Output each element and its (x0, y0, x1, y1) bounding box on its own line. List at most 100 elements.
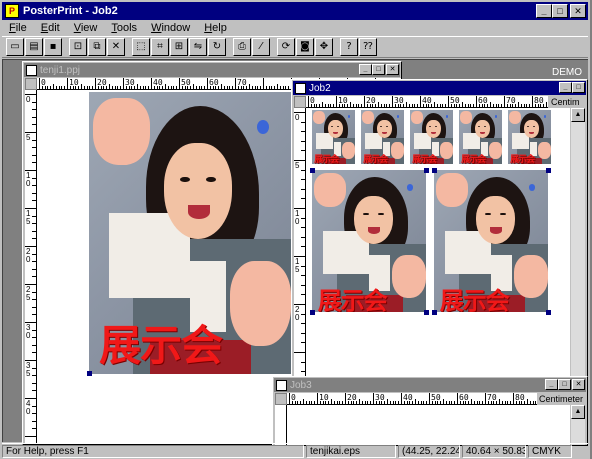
scroll-up-button[interactable]: ▲ (571, 108, 585, 122)
ruler-label: 0 (291, 393, 296, 402)
menu-window[interactable]: Window (144, 22, 197, 34)
selection-handle[interactable] (424, 168, 429, 173)
selection-handle[interactable] (546, 168, 551, 173)
ruler-tick (277, 84, 278, 89)
job3-vertical-scrollbar[interactable]: ▲ (571, 405, 585, 445)
ruler-tick (55, 86, 57, 89)
mdi-workspace: DEMO tenji1.ppj _ □ ✕ 0 10 20 30 40 50 60 70 05… (2, 59, 588, 446)
ruler-tick (25, 436, 36, 437)
selection-handle[interactable] (546, 310, 551, 315)
open-icon[interactable]: ▤ (25, 38, 43, 56)
ruler-tick (32, 352, 36, 354)
menu-view[interactable]: View (67, 22, 105, 34)
maximize-button[interactable]: □ (552, 4, 568, 18)
selection-handle[interactable] (310, 168, 315, 173)
ruler-tick (429, 393, 430, 404)
poster-image[interactable]: 展示会 (89, 92, 291, 374)
small-poster-tile[interactable]: 展示会 (361, 110, 404, 164)
ruler-tick (454, 401, 456, 404)
app-icon[interactable]: P (5, 4, 19, 18)
ruler-tick (507, 401, 509, 404)
selection-handle[interactable] (87, 371, 92, 376)
horizontal-ruler[interactable]: 0 10 20 30 40 50 60 70 80 (287, 393, 537, 405)
ruler-tick (32, 314, 36, 316)
save-icon[interactable]: ▪ (44, 38, 62, 56)
tenji-minimize-button[interactable]: _ (359, 64, 372, 75)
flip-icon[interactable]: ⇋ (189, 38, 207, 56)
delete-icon[interactable]: ✕ (107, 38, 125, 56)
selection-handle[interactable] (424, 310, 429, 315)
ruler-tick (165, 84, 166, 89)
job2-canvas[interactable]: 展示会 展示会 展示会 展示会 展示会 展示会 展示会 (306, 108, 570, 378)
ruler-tick (378, 102, 379, 107)
job2-window[interactable]: Job2 _ □ 0 10 20 30 40 50 60 70 80 Centim 0 5 10 15… (291, 79, 588, 381)
minimize-button[interactable]: _ (536, 4, 552, 18)
job3-close-button[interactable]: ✕ (572, 379, 585, 390)
new-icon[interactable]: ▭ (6, 38, 24, 56)
wand-icon[interactable]: ⁄ (252, 38, 270, 56)
small-poster-tile[interactable]: 展示会 (410, 110, 453, 164)
tenji-window-titlebar[interactable]: tenji1.ppj _ □ ✕ (24, 63, 400, 77)
ruler-label: 50 (450, 96, 460, 105)
select-frame-icon[interactable]: ⬚ (132, 38, 150, 56)
ruler-tick (301, 217, 305, 219)
ruler-corner[interactable] (294, 96, 306, 108)
selection-handle[interactable] (432, 168, 437, 173)
job3-minimize-button[interactable]: _ (545, 379, 558, 390)
context-help-icon[interactable]: ⁇ (359, 38, 377, 56)
ruler-tick (392, 96, 393, 107)
menu-tools[interactable]: Tools (104, 22, 144, 34)
horizontal-ruler[interactable]: 0 10 20 30 40 50 60 70 80 (306, 96, 548, 108)
app-title-bar[interactable]: P PosterPrint - Job2 _ □ ✕ (2, 2, 588, 20)
small-poster-tile[interactable]: 展示会 (508, 110, 551, 164)
job2-maximize-button[interactable]: □ (572, 82, 585, 93)
job2-window-titlebar[interactable]: Job2 _ □ (293, 81, 586, 95)
job3-window[interactable]: Job3 _ □ ✕ 0 10 20 30 40 50 60 70 80 Centimeter … (272, 376, 588, 446)
job3-maximize-button[interactable]: □ (558, 379, 571, 390)
poster-caption: 展示会 (314, 155, 339, 164)
ruler-corner[interactable] (275, 393, 287, 405)
ruler-tick (389, 401, 391, 404)
status-color-mode: CMYK (528, 444, 572, 458)
duplicate-icon[interactable]: ⧉ (88, 38, 106, 56)
menu-help[interactable]: Help (197, 22, 234, 34)
tenji-close-button[interactable]: ✕ (386, 64, 399, 75)
job2-minimize-button[interactable]: _ (559, 82, 572, 93)
menu-edit[interactable]: Edit (34, 22, 67, 34)
import-icon[interactable]: ⊡ (69, 38, 87, 56)
crop-icon[interactable]: ⌗ (151, 38, 169, 56)
close-button[interactable]: ✕ (570, 4, 586, 18)
job3-canvas[interactable] (287, 405, 570, 445)
refresh-icon[interactable]: ⟳ (277, 38, 295, 56)
ruler-tick (61, 86, 63, 89)
fit-icon[interactable]: ⊞ (170, 38, 188, 56)
print-icon[interactable]: ⎙ (233, 38, 251, 56)
rotate-icon[interactable]: ↻ (208, 38, 226, 56)
help-icon[interactable]: ? (340, 38, 358, 56)
ruler-tick (32, 420, 36, 422)
ruler-tick (303, 399, 304, 404)
vertical-ruler[interactable]: 0 5 10 15 20 (294, 108, 306, 378)
selection-handle[interactable] (310, 310, 315, 315)
vertical-ruler[interactable]: 0 5 10 15 20 25 30 35 40 (25, 90, 37, 444)
ruler-tick (32, 162, 36, 164)
camera-icon[interactable]: ◙ (296, 38, 314, 56)
move-icon[interactable]: ✥ (315, 38, 333, 56)
small-poster-tile[interactable]: 展示会 (312, 110, 355, 164)
small-poster-tile[interactable]: 展示会 (459, 110, 502, 164)
vertical-ruler[interactable] (275, 405, 287, 445)
tenji-maximize-button[interactable]: □ (372, 64, 385, 75)
job2-vertical-scrollbar[interactable]: ▲ (571, 108, 585, 378)
ruler-tick (32, 367, 36, 369)
job2-window-title: Job2 (309, 82, 331, 94)
raised-right-hand (342, 142, 355, 159)
ruler-tick (294, 352, 305, 353)
large-poster-tile[interactable]: 展示会 (434, 170, 548, 312)
ruler-corner[interactable] (25, 78, 37, 90)
scroll-up-button[interactable]: ▲ (571, 405, 585, 419)
selection-handle[interactable] (432, 310, 437, 315)
job3-window-titlebar[interactable]: Job3 _ □ ✕ (274, 378, 586, 392)
ruler-tick (195, 86, 197, 89)
menu-file[interactable]: File (2, 22, 34, 34)
large-poster-tile[interactable]: 展示会 (312, 170, 426, 312)
